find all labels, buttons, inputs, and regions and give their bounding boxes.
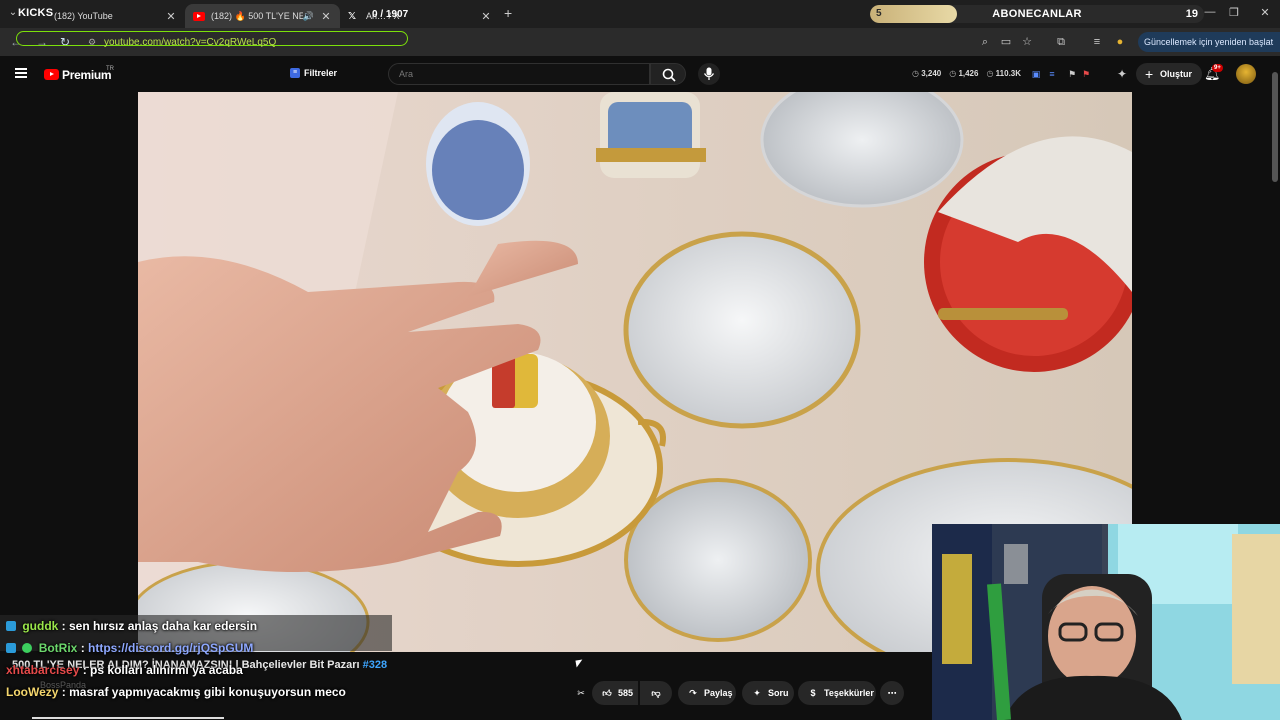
tab-counter: 0 / 1907 xyxy=(372,9,409,20)
stat-value: 1,426 xyxy=(949,69,978,78)
bookmark-star-icon[interactable]: ☆ xyxy=(1020,35,1034,49)
chat-message: BotRix : https://discord.gg/rjQSpGUM xyxy=(6,641,253,655)
region-code: TR xyxy=(106,66,114,72)
window-close-icon[interactable]: ✕ xyxy=(1258,6,1272,19)
mouse-cursor xyxy=(575,659,584,668)
ask-button[interactable]: ✦ Soru xyxy=(742,681,794,705)
cast-icon[interactable]: ▭ xyxy=(999,35,1013,49)
clip-icon[interactable]: ✂ xyxy=(570,681,592,705)
microphone-icon xyxy=(703,67,715,80)
thumbs-up-icon: 👍︎ xyxy=(602,688,612,698)
voice-search-button[interactable] xyxy=(698,63,720,85)
stat-value: 3,240 xyxy=(912,69,941,78)
subscriber-goal-label: ABONECANLAR xyxy=(992,8,1082,20)
new-tab-plus-icon[interactable]: + xyxy=(504,5,512,21)
extensions-icon[interactable]: ⧉ xyxy=(1054,35,1068,49)
speaker-icon[interactable]: 🔊 xyxy=(303,11,314,22)
tab-current-video[interactable]: (182) 🔥 500 TL'YE NELER A 🔊 ✕ xyxy=(185,4,340,28)
dislike-button[interactable]: 👎︎ xyxy=(640,681,672,705)
extension-badge-icon[interactable]: ▣ xyxy=(1030,68,1042,80)
notifications-badge: 9+ xyxy=(1212,64,1223,72)
restore-icon[interactable]: ❐ xyxy=(1227,6,1241,19)
search-placeholder: Ara xyxy=(399,69,414,79)
update-label: Güncellemek için yeniden başlat xyxy=(1144,37,1274,47)
cast-video-icon[interactable]: ✦ xyxy=(1116,68,1128,80)
thumbs-down-icon: 👎︎ xyxy=(651,688,661,698)
list-icon[interactable]: ≡ xyxy=(1046,68,1058,80)
like-count: 585 xyxy=(618,688,634,698)
create-label: Oluştur xyxy=(1160,69,1193,79)
more-dots-icon: ⋯ xyxy=(887,688,897,698)
chat-username: BotRix xyxy=(38,641,78,655)
browser-tab-strip: ⌄ (182) YouTube ✕ KICKS (182) 🔥 500 TL'Y… xyxy=(0,0,1280,28)
alert-icon[interactable]: ⚑ xyxy=(1080,68,1092,80)
chat-message: xhtabarcisey : ps kolları alınırmı ya ac… xyxy=(6,663,243,677)
search-input[interactable]: Ara xyxy=(388,63,650,85)
create-button[interactable]: Oluştur xyxy=(1136,63,1203,85)
chat-username: xhtabarcisey xyxy=(6,663,80,677)
chat-message: guddk : sen hırsız anlaş daha kar edersi… xyxy=(6,619,257,633)
subscriber-goal-bar: 5 ABONECANLAR 19 xyxy=(870,5,1204,23)
account-avatar[interactable] xyxy=(1236,64,1256,84)
subscriber-goal-target: 19 xyxy=(1185,8,1198,20)
tab-close-icon[interactable]: ✕ xyxy=(480,10,492,23)
minimize-icon[interactable]: — xyxy=(1203,6,1217,18)
menu-hamburger-icon[interactable] xyxy=(15,68,27,78)
share-arrow-icon: ↷ xyxy=(689,688,697,698)
chat-text: : xyxy=(77,641,89,655)
faded-chat-user: BossPanda xyxy=(40,680,87,690)
youtube-logo-icon[interactable] xyxy=(44,69,59,80)
tab-close-icon[interactable]: ✕ xyxy=(320,10,332,23)
premium-brand[interactable]: Premium xyxy=(62,68,112,82)
chat-badge-icon xyxy=(6,621,16,631)
share-button[interactable]: ↷ Paylaş xyxy=(678,681,736,705)
site-info-icon[interactable]: ⚙ xyxy=(88,37,96,48)
thanks-icon: $ xyxy=(810,688,816,698)
thanks-button[interactable]: $ Teşekkürler xyxy=(798,681,876,705)
thanks-label: Teşekkürler xyxy=(824,688,874,698)
ask-label: Soru xyxy=(768,688,789,698)
chat-link[interactable]: https://discord.gg/rjQSpGUM xyxy=(88,641,253,655)
chat-text: : masraf yapmıyacakmış gibi konuşuyorsun… xyxy=(58,685,346,699)
stat-value: 110.3K xyxy=(986,69,1021,78)
like-button[interactable]: 👍︎ 585 xyxy=(592,681,638,705)
bottom-progress-line xyxy=(32,717,224,719)
tab-x[interactable]: 𝕏 An… / X ✕ xyxy=(340,4,500,28)
webcam-frame xyxy=(932,524,1280,720)
streamer-webcam xyxy=(932,524,1280,720)
more-actions-button[interactable]: ⋯ xyxy=(880,681,904,705)
chat-badge-icon xyxy=(6,643,16,653)
restart-to-update-button[interactable]: Güncellemek için yeniden başlat ⋮ xyxy=(1138,32,1280,52)
chat-username: guddk xyxy=(22,619,59,633)
stream-overlay-title: KICKS xyxy=(18,7,54,19)
chat-text: : ps kolları alınırmı ya acaba xyxy=(79,663,243,677)
scrollbar-thumb[interactable] xyxy=(1272,72,1278,182)
profile-icon[interactable]: ● xyxy=(1113,35,1127,49)
filters-button[interactable]: ≡ Filtreler xyxy=(290,68,337,78)
extension-stats: 3,240 1,426 110.3K xyxy=(912,69,1021,78)
flag-icon[interactable]: ⚑ xyxy=(1066,68,1078,80)
tab-close-icon[interactable]: ✕ xyxy=(165,10,177,23)
share-label: Paylaş xyxy=(704,688,733,698)
youtube-header: Premium TR ≡ Filtreler Ara 3,240 1,426 1… xyxy=(0,56,1280,92)
x-logo-icon: 𝕏 xyxy=(348,10,357,22)
sparkle-icon: ✦ xyxy=(753,688,761,698)
tab-title: (182) 🔥 500 TL'YE NELER A xyxy=(211,10,303,21)
search-button[interactable] xyxy=(650,63,686,85)
filter-icon: ≡ xyxy=(290,68,300,78)
chat-text: : sen hırsız anlaş daha kar edersin xyxy=(58,619,258,633)
address-url[interactable]: youtube.com/watch?v=Cv2qRWeLq5Q xyxy=(104,37,276,48)
filters-label: Filtreler xyxy=(304,68,338,78)
youtube-favicon-icon xyxy=(193,11,205,21)
zoom-icon[interactable]: ⌕ xyxy=(978,35,992,49)
search-icon xyxy=(662,68,676,82)
media-controls-icon[interactable]: ≡ xyxy=(1090,35,1104,49)
verified-badge-icon xyxy=(22,643,33,653)
episode-hashtag[interactable]: #328 xyxy=(363,659,387,671)
browser-toolbar: ← → ↻ ⚙ youtube.com/watch?v=Cv2qRWeLq5Q … xyxy=(0,28,1280,56)
